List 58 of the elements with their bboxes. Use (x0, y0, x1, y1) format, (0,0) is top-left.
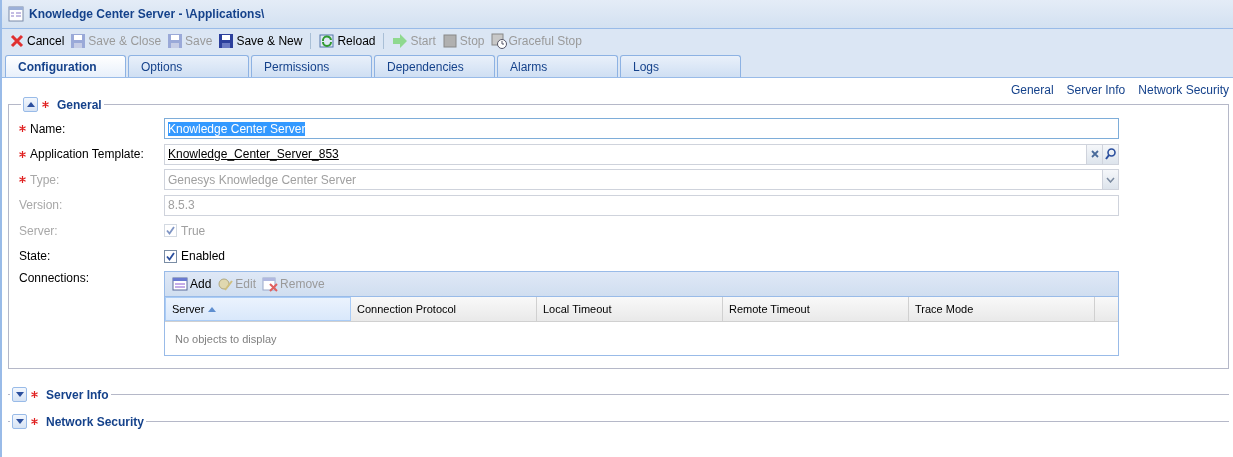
reload-icon (319, 33, 336, 49)
tab[interactable]: Logs (620, 55, 741, 77)
section-link[interactable]: Network Security (1138, 83, 1229, 97)
search-icon (1105, 148, 1116, 161)
window-icon (8, 6, 24, 22)
section-link[interactable]: General (1010, 83, 1054, 97)
empty-message: No objects to display (174, 331, 278, 347)
column-header[interactable]: Trace Mode (909, 297, 1095, 321)
asterisk-icon (19, 125, 26, 133)
window-title: Knowledge Center Server - \Applications\ (29, 7, 265, 21)
tab[interactable]: Options (128, 55, 249, 77)
table-delete-icon (262, 276, 279, 292)
section-title: General (57, 97, 102, 112)
field-label: Connections: (19, 271, 90, 285)
checkbox-label: Enabled (181, 249, 226, 264)
field-label: State: (19, 249, 51, 264)
caret-up-icon (26, 102, 35, 107)
asterisk-icon (19, 150, 26, 158)
lookup-field[interactable]: Knowledge_Center_Server_853 (164, 143, 1119, 165)
field-label: Type: (30, 172, 60, 187)
expand-button[interactable] (12, 414, 27, 429)
close-icon (1090, 150, 1099, 159)
field-label: Name: (30, 121, 66, 136)
field-label: Version: (19, 198, 63, 213)
dropdown-button[interactable] (1102, 170, 1118, 190)
tab[interactable]: Dependencies (374, 55, 495, 77)
table-icon (172, 276, 188, 292)
caret-down-icon (15, 419, 24, 424)
checkbox[interactable] (164, 249, 177, 263)
sort-ascending-icon (208, 306, 217, 312)
stop-icon (441, 33, 458, 49)
grid-toolbar-button[interactable]: Add (169, 274, 215, 294)
close-icon (9, 33, 25, 49)
collapse-button[interactable] (23, 97, 38, 112)
field-label: Application Template: (30, 147, 144, 162)
expand-button[interactable] (12, 387, 27, 402)
column-header[interactable]: Server (165, 297, 351, 321)
tab[interactable]: Configuration (5, 55, 126, 77)
field-label: Server: (19, 223, 58, 238)
clear-button[interactable] (1086, 144, 1102, 164)
toolbar-button[interactable]: Save & New (215, 31, 306, 51)
tab[interactable]: Permissions (251, 55, 372, 77)
section-title: Server Info (46, 387, 109, 402)
caret-down-icon (15, 392, 24, 397)
asterisk-icon (19, 176, 26, 184)
tab[interactable]: Alarms (497, 55, 618, 77)
section-title: Network Security (46, 414, 145, 429)
toolbar-button[interactable]: Cancel (6, 31, 68, 51)
chevron-down-icon (1106, 176, 1115, 183)
toolbar-button[interactable]: Reload (316, 31, 379, 51)
checkbox-label: True (181, 223, 206, 238)
arrow-right-icon (392, 33, 409, 49)
stop-clock-icon (490, 33, 507, 49)
section-link[interactable]: Server Info (1066, 83, 1126, 97)
search-button[interactable] (1102, 144, 1118, 164)
column-header[interactable]: Local Timeout (537, 297, 723, 321)
column-header[interactable]: Connection Protocol (351, 297, 537, 321)
column-header[interactable]: Remote Timeout (723, 297, 909, 321)
